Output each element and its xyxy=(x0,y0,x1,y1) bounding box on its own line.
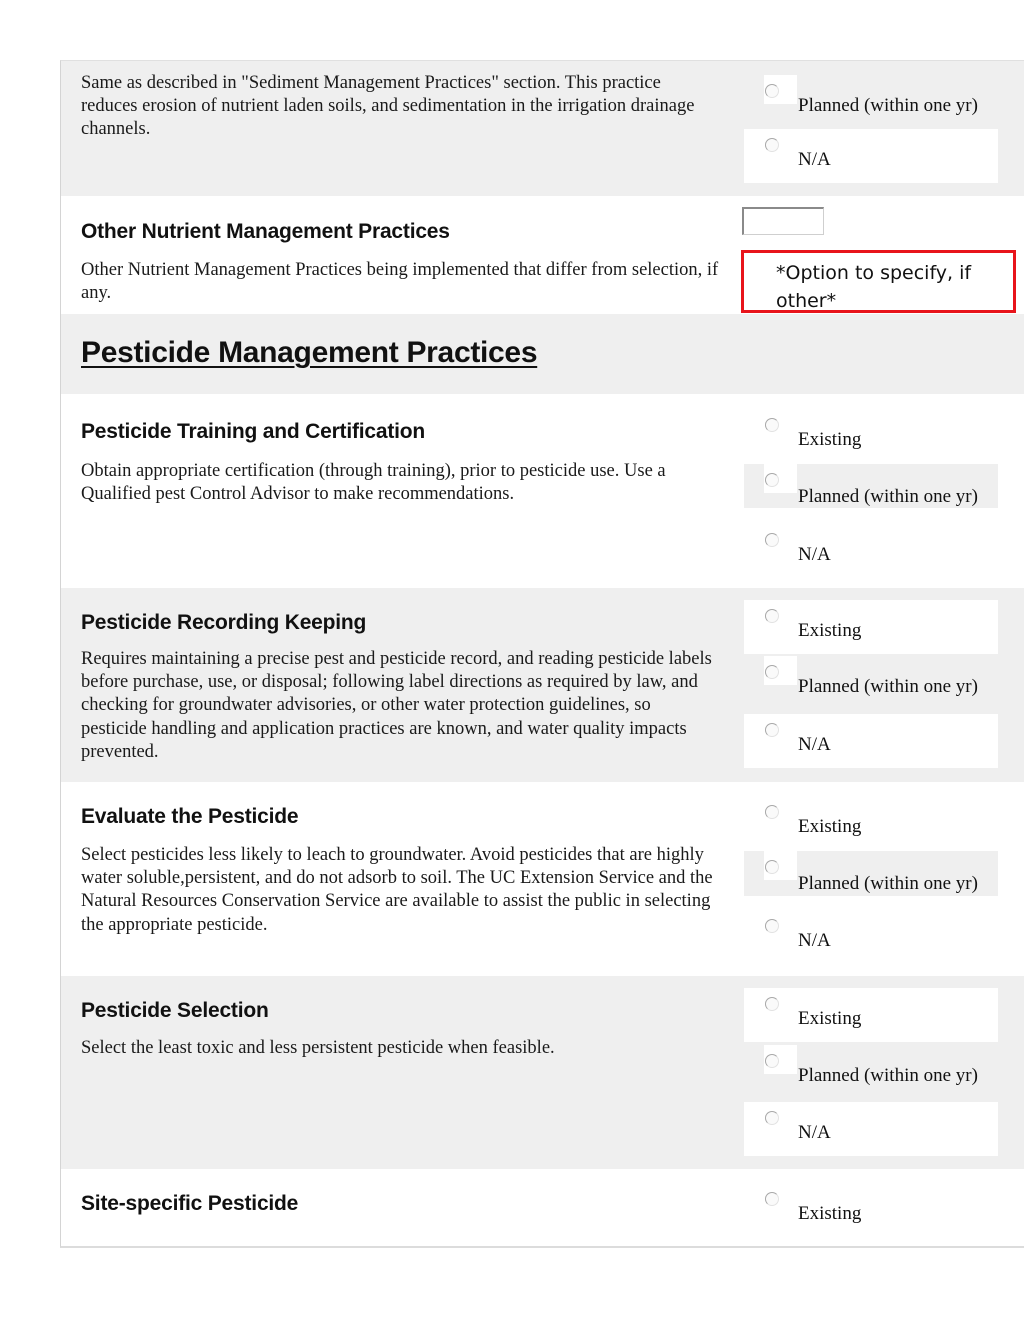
practice-row-recording: Pesticide Recording Keeping Requires mai… xyxy=(61,588,1024,782)
option-existing[interactable]: Existing xyxy=(744,988,998,1042)
option-label: Existing xyxy=(798,429,862,450)
option-planned[interactable]: Planned (within one yr) xyxy=(744,851,998,896)
option-na[interactable]: N/A xyxy=(744,129,998,183)
radio-button-icon[interactable] xyxy=(765,665,779,679)
radio-button-icon[interactable] xyxy=(765,84,779,98)
practice-row-selection: Pesticide Selection Select the least tox… xyxy=(61,976,1024,1169)
radio-button-icon[interactable] xyxy=(765,860,779,874)
practice-description: Other Nutrient Management Practices bein… xyxy=(81,260,719,304)
radio-button-icon[interactable] xyxy=(765,997,779,1011)
practice-row-site-specific: Site-specific Pesticide Existing xyxy=(61,1169,1024,1246)
option-label: Planned (within one yr) xyxy=(798,95,978,116)
option-label: Existing xyxy=(798,816,862,837)
option-planned[interactable]: Planned (within one yr) xyxy=(744,464,998,508)
section-heading[interactable]: Pesticide Management Practices xyxy=(81,336,538,370)
practice-title: Pesticide Selection xyxy=(81,999,269,1022)
radio-button-icon[interactable] xyxy=(765,473,779,487)
radio-button-icon[interactable] xyxy=(765,1111,779,1125)
radio-button-icon[interactable] xyxy=(765,533,779,547)
other-practice-input[interactable] xyxy=(742,207,824,235)
option-label: Planned (within one yr) xyxy=(798,1065,978,1086)
radio-button-icon[interactable] xyxy=(765,609,779,623)
option-label: N/A xyxy=(798,544,831,565)
practice-title: Evaluate the Pesticide xyxy=(81,805,299,828)
option-planned[interactable]: Planned (within one yr) xyxy=(744,656,998,710)
option-label: Planned (within one yr) xyxy=(798,486,978,507)
radio-button-icon[interactable] xyxy=(765,919,779,933)
practice-row-evaluate: Evaluate the Pesticide Select pesticides… xyxy=(61,782,1024,976)
radio-button-icon[interactable] xyxy=(765,418,779,432)
practice-title: Other Nutrient Management Practices xyxy=(81,220,450,243)
section-header: Pesticide Management Practices xyxy=(61,314,1024,394)
option-planned[interactable]: Planned (within one yr) xyxy=(744,75,998,129)
radio-button-icon[interactable] xyxy=(765,805,779,819)
option-existing[interactable]: Existing xyxy=(744,796,998,850)
option-label: N/A xyxy=(798,149,831,170)
annotation-text: *Option to specify, if other* xyxy=(776,262,972,312)
option-label: N/A xyxy=(798,1122,831,1143)
option-label: Existing xyxy=(798,1008,862,1029)
practice-description: Select the least toxic and less persiste… xyxy=(81,1038,555,1058)
option-existing[interactable]: Existing xyxy=(744,600,998,654)
annotation-callout: *Option to specify, if other* xyxy=(741,250,1016,313)
practice-title: Pesticide Recording Keeping xyxy=(81,611,367,634)
practice-row-training: Pesticide Training and Certification Obt… xyxy=(61,394,1024,588)
option-existing[interactable]: Existing xyxy=(744,1183,998,1237)
option-label: Planned (within one yr) xyxy=(798,873,978,894)
option-label: N/A xyxy=(798,930,831,951)
option-label: N/A xyxy=(798,734,831,755)
radio-button-icon[interactable] xyxy=(765,1054,779,1068)
practice-description: Same as described in "Sediment Managemen… xyxy=(81,73,695,140)
practice-row-sediment-carryover: Same as described in "Sediment Managemen… xyxy=(61,61,1024,196)
option-label: Existing xyxy=(798,620,862,641)
practice-description: Obtain appropriate certification (throug… xyxy=(81,461,666,505)
option-na[interactable]: N/A xyxy=(744,714,998,768)
practice-description: Requires maintaining a precise pest and … xyxy=(81,649,712,762)
option-existing[interactable]: Existing xyxy=(744,409,998,463)
practice-title: Pesticide Training and Certification xyxy=(81,420,426,443)
option-label: Planned (within one yr) xyxy=(798,676,978,697)
practice-title: Site-specific Pesticide xyxy=(81,1192,299,1215)
radio-button-icon[interactable] xyxy=(765,1192,779,1206)
practice-row-other-nutrient: Other Nutrient Management Practices Othe… xyxy=(61,196,1024,314)
radio-button-icon[interactable] xyxy=(765,138,779,152)
option-na[interactable]: N/A xyxy=(744,1102,998,1156)
practice-description: Select pesticides less likely to leach t… xyxy=(81,845,713,935)
option-na[interactable]: N/A xyxy=(744,910,998,964)
option-planned[interactable]: Planned (within one yr) xyxy=(744,1045,998,1099)
option-na[interactable]: N/A xyxy=(744,524,998,578)
option-label: Existing xyxy=(798,1203,862,1224)
radio-button-icon[interactable] xyxy=(765,723,779,737)
